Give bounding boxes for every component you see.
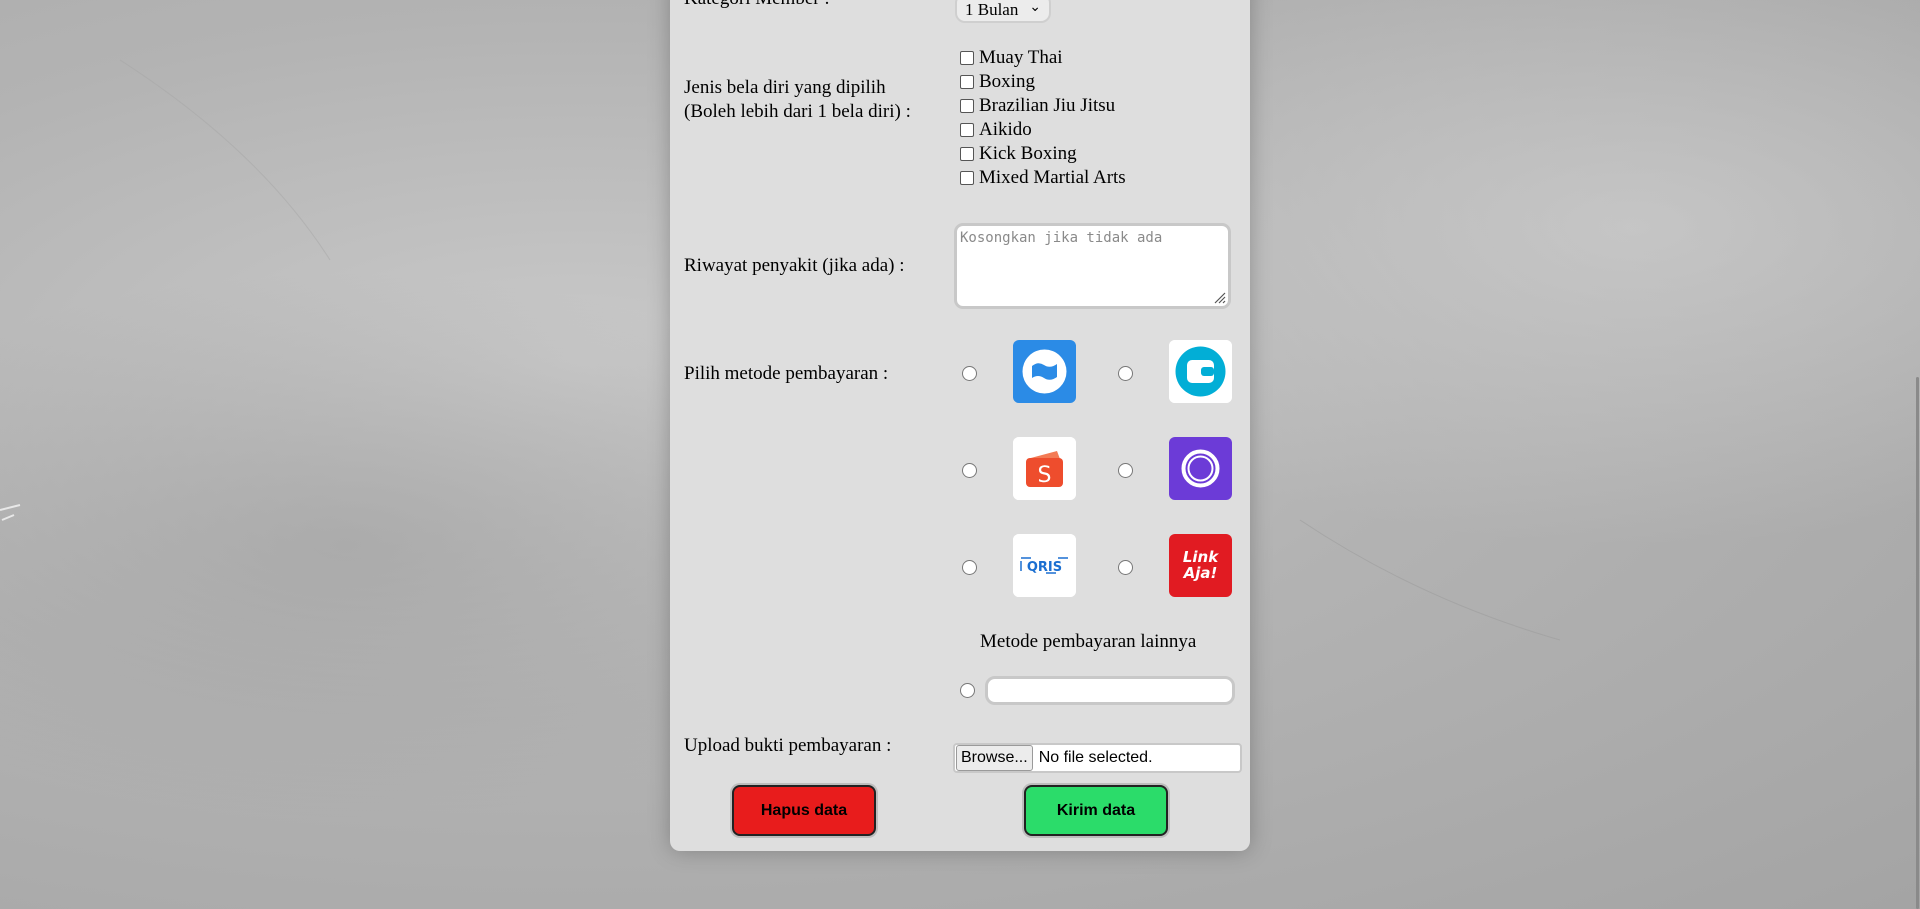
svg-text:QRIS: QRIS: [1027, 560, 1062, 575]
browse-button[interactable]: Browse...: [956, 745, 1033, 771]
payment-radio-ovo[interactable]: [1118, 463, 1133, 478]
checkbox[interactable]: [960, 51, 974, 65]
registration-form-card: Kategori Member : 1 Bulan ⌄ Jenis bela d…: [670, 0, 1250, 851]
medical-history-textarea[interactable]: Kosongkan jika tidak ada: [954, 223, 1231, 309]
martial-art-option-kick-boxing[interactable]: Kick Boxing: [960, 142, 1077, 166]
member-category-value: 1 Bulan: [965, 0, 1019, 19]
ovo-icon: [1169, 437, 1232, 500]
martial-art-option-mma[interactable]: Mixed Martial Arts: [960, 166, 1126, 190]
option-label: Boxing: [979, 71, 1035, 92]
option-label: Kick Boxing: [979, 143, 1077, 164]
martial-art-option-bjj[interactable]: Brazilian Jiu Jitsu: [960, 94, 1115, 118]
payment-proof-file-input[interactable]: Browse... No file selected.: [953, 743, 1242, 773]
scrollbar-thumb[interactable]: [1916, 377, 1919, 909]
other-payment-label: Metode pembayaran lainnya: [980, 631, 1197, 652]
checkbox[interactable]: [960, 75, 974, 89]
member-category-select[interactable]: 1 Bulan ⌄: [955, 0, 1051, 23]
submit-data-button[interactable]: Kirim data: [1024, 785, 1168, 836]
resize-grip-icon[interactable]: [1212, 290, 1226, 304]
payment-radio-qris[interactable]: [962, 560, 977, 575]
checkbox[interactable]: [960, 99, 974, 113]
checkbox[interactable]: [960, 147, 974, 161]
dana-icon: [1013, 340, 1076, 403]
martial-arts-label-line2: (Boleh lebih dari 1 bela diri) :: [684, 101, 911, 122]
payment-radio-wallet[interactable]: [1118, 366, 1133, 381]
option-label: Muay Thai: [979, 47, 1063, 68]
shopeepay-icon: S: [1013, 437, 1076, 500]
qris-icon: QRIS: [1013, 534, 1076, 597]
option-label: Brazilian Jiu Jitsu: [979, 95, 1116, 116]
delete-data-button[interactable]: Hapus data: [732, 785, 876, 836]
medical-history-placeholder: Kosongkan jika tidak ada: [960, 230, 1163, 246]
upload-label: Upload bukti pembayaran :: [684, 735, 892, 756]
wallet-icon: [1169, 340, 1232, 403]
martial-art-option-aikido[interactable]: Aikido: [960, 118, 1032, 142]
payment-radio-shopeepay[interactable]: [962, 463, 977, 478]
medical-history-label: Riwayat penyakit (jika ada) :: [684, 255, 905, 276]
martial-art-option-muay-thai[interactable]: Muay Thai: [960, 46, 1063, 70]
payment-method-label: Pilih metode pembayaran :: [684, 363, 889, 384]
checkbox[interactable]: [960, 171, 974, 185]
payment-radio-dana[interactable]: [962, 366, 977, 381]
payment-radio-other[interactable]: [960, 683, 975, 698]
other-payment-input[interactable]: [985, 676, 1235, 705]
payment-radio-linkaja[interactable]: [1118, 560, 1133, 575]
svg-text:S: S: [1038, 463, 1052, 488]
chevron-down-icon: ⌄: [1029, 0, 1041, 15]
linkaja-icon: Link Aja!: [1169, 534, 1232, 597]
svg-text:Aja!: Aja!: [1183, 564, 1218, 582]
file-status: No file selected.: [1038, 749, 1153, 766]
option-label: Aikido: [979, 119, 1032, 140]
option-label: Mixed Martial Arts: [979, 167, 1126, 188]
member-category-label: Kategori Member :: [684, 0, 830, 11]
martial-art-option-boxing[interactable]: Boxing: [960, 70, 1035, 94]
martial-arts-label-line1: Jenis bela diri yang dipilih: [684, 77, 886, 98]
checkbox[interactable]: [960, 123, 974, 137]
